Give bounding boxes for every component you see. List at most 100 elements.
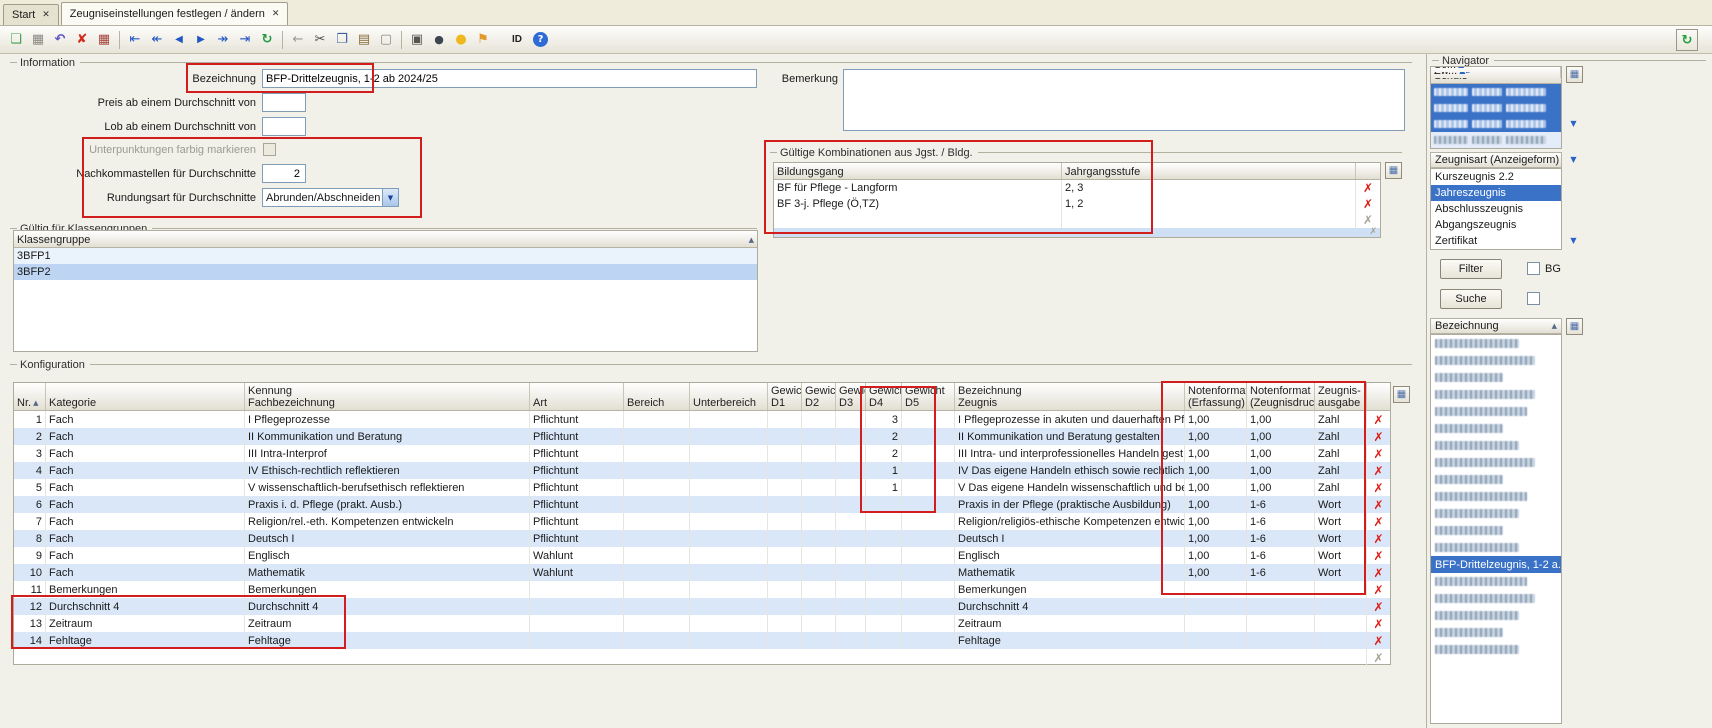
bemerkung-textarea[interactable] bbox=[843, 69, 1405, 131]
lob-durchschnitt-input[interactable] bbox=[262, 117, 306, 136]
hint-icon[interactable]: ● bbox=[450, 29, 472, 51]
col-header-klassengruppe[interactable]: Klassengruppe bbox=[14, 231, 757, 247]
zeugnis-list-item[interactable] bbox=[1431, 471, 1561, 488]
delete-row-button[interactable] bbox=[1367, 615, 1390, 632]
new-record-icon[interactable]: ❏ bbox=[5, 29, 27, 51]
col-header-kategorie[interactable]: Kategorie bbox=[46, 383, 245, 410]
zeugnisart-item[interactable]: Kurszeugnis 2.2 bbox=[1431, 169, 1561, 185]
suche-checkbox[interactable] bbox=[1527, 292, 1540, 305]
delete-row-button[interactable] bbox=[1367, 496, 1390, 513]
navigator-grid-row[interactable] bbox=[1431, 132, 1561, 148]
col-header-bezeichnung-zeugnis[interactable]: Bezeichnung Zeugnis bbox=[955, 383, 1185, 410]
back-icon[interactable]: ← bbox=[287, 29, 309, 51]
delete-row-button[interactable] bbox=[1356, 180, 1380, 196]
delete-row-button[interactable] bbox=[1367, 547, 1390, 564]
tab-start[interactable]: Start bbox=[3, 4, 59, 25]
kombination-new-row[interactable] bbox=[774, 228, 1380, 237]
delete-row-button[interactable] bbox=[1367, 411, 1390, 428]
konfiguration-row[interactable]: 12 Durchschnitt 4 Durchschnitt 4 Durchsc… bbox=[14, 598, 1390, 615]
undo-icon[interactable]: ↶ bbox=[49, 29, 71, 51]
paste-icon[interactable]: ▤ bbox=[353, 29, 375, 51]
next-record-icon[interactable]: ▶ bbox=[190, 29, 212, 51]
col-header-gewicht-d4[interactable]: Gewicht D4 bbox=[866, 383, 902, 410]
zeugnisart-item[interactable]: Jahreszeugnis bbox=[1431, 185, 1561, 201]
delete-row-button[interactable] bbox=[1367, 598, 1390, 615]
col-header-gewicht-d5[interactable]: Gewicht D5 bbox=[902, 383, 955, 410]
col-header-nr[interactable]: Nr. bbox=[14, 383, 46, 410]
column-chooser-button[interactable] bbox=[1566, 318, 1583, 335]
navigator-grid-row[interactable] bbox=[1431, 100, 1561, 116]
klassengruppe-row[interactable]: 3BFP1 bbox=[14, 248, 757, 264]
delete-row-button[interactable] bbox=[1367, 445, 1390, 462]
bg-checkbox[interactable] bbox=[1527, 262, 1540, 275]
delete-row-button[interactable] bbox=[1367, 462, 1390, 479]
zeugnis-list-item[interactable]: BFP-Drittelzeugnis, 1-2 a... bbox=[1431, 556, 1561, 573]
col-header-schule[interactable]: Schule bbox=[1431, 78, 1561, 83]
zeugnis-list-item[interactable] bbox=[1431, 624, 1561, 641]
filter-button[interactable]: Filter bbox=[1440, 259, 1502, 279]
zeugnis-list-item[interactable] bbox=[1431, 607, 1561, 624]
konfiguration-empty-row[interactable] bbox=[14, 649, 1390, 666]
close-icon[interactable] bbox=[272, 9, 280, 19]
delete-row-button[interactable] bbox=[1367, 530, 1390, 547]
cut-icon[interactable]: ✂ bbox=[309, 29, 331, 51]
reload-data-button[interactable]: ↻ bbox=[1676, 29, 1698, 51]
zeugnis-list-item[interactable] bbox=[1431, 488, 1561, 505]
zeugnis-list-item[interactable] bbox=[1431, 505, 1561, 522]
konfiguration-row[interactable]: 11 Bemerkungen Bemerkungen Bemerkungen bbox=[14, 581, 1390, 598]
scroll-down-icon[interactable] bbox=[1566, 152, 1581, 167]
bezeichnung-list-header[interactable]: Bezeichnung bbox=[1430, 318, 1562, 334]
konfiguration-row[interactable]: 8 Fach Deutsch I Pflichtunt Deutsch I 1,… bbox=[14, 530, 1390, 547]
col-header-gewicht-d3[interactable]: Gewicht D3 bbox=[836, 383, 866, 410]
kombination-empty-row[interactable] bbox=[774, 212, 1380, 228]
delete-row-button[interactable] bbox=[1367, 632, 1390, 649]
konfiguration-row[interactable]: 3 Fach III Intra-Interprof Pflichtunt 2 … bbox=[14, 445, 1390, 462]
col-header-notenformat-erfassung[interactable]: Notenformat (Erfassung) bbox=[1185, 383, 1247, 410]
kombination-row[interactable]: BF für Pflege - Langform 2, 3 bbox=[774, 180, 1380, 196]
zeugnis-list-item[interactable] bbox=[1431, 352, 1561, 369]
last-record-icon[interactable]: ⇥ bbox=[234, 29, 256, 51]
col-header-bereich[interactable]: Bereich bbox=[624, 383, 690, 410]
zeugnis-list-item[interactable] bbox=[1431, 539, 1561, 556]
konfiguration-row[interactable]: 6 Fach Praxis i. d. Pflege (prakt. Ausb.… bbox=[14, 496, 1390, 513]
zeugnis-list-item[interactable] bbox=[1431, 420, 1561, 437]
help-icon[interactable]: ? bbox=[533, 32, 548, 47]
navigator-grid-row[interactable] bbox=[1431, 84, 1561, 100]
bezeichnung-input[interactable] bbox=[262, 69, 757, 88]
select-region-icon[interactable]: ▢ bbox=[375, 29, 397, 51]
delete-row-button[interactable] bbox=[1367, 428, 1390, 445]
column-chooser-button[interactable] bbox=[1385, 162, 1402, 179]
rundungsart-select[interactable]: Abrunden/Abschneiden bbox=[262, 188, 399, 207]
col-header-notenformat-zeugnisdruck[interactable]: Notenformat (Zeugnisdruck) bbox=[1247, 383, 1315, 410]
chevron-down-icon[interactable] bbox=[382, 189, 398, 206]
klassengruppe-row[interactable]: 3BFP2 bbox=[14, 264, 757, 280]
zeugnisart-item[interactable]: Abgangszeugnis bbox=[1431, 217, 1561, 233]
zeugnis-list-item[interactable] bbox=[1431, 437, 1561, 454]
konfiguration-row[interactable]: 14 Fehltage Fehltage Fehltage bbox=[14, 632, 1390, 649]
col-header-jahrgangsstufe[interactable]: Jahrgangsstufe bbox=[1062, 163, 1356, 179]
zeugnis-list-item[interactable] bbox=[1431, 386, 1561, 403]
konfiguration-row[interactable]: 4 Fach IV Ethisch-rechtlich reflektieren… bbox=[14, 462, 1390, 479]
fast-backward-icon[interactable]: ↞ bbox=[146, 29, 168, 51]
close-icon[interactable] bbox=[42, 10, 50, 20]
konfiguration-row[interactable]: 1 Fach I Pflegeprozesse Pflichtunt 3 I P… bbox=[14, 411, 1390, 428]
delete-row-button[interactable] bbox=[1367, 564, 1390, 581]
zeugnis-list-item[interactable] bbox=[1431, 522, 1561, 539]
scroll-down-icon[interactable] bbox=[1566, 233, 1581, 248]
col-header-unterbereich[interactable]: Unterbereich bbox=[690, 383, 768, 410]
zeugnis-list-item[interactable] bbox=[1431, 454, 1561, 471]
column-chooser-button[interactable] bbox=[1566, 66, 1583, 83]
delete-icon[interactable]: ✘ bbox=[71, 29, 93, 51]
kombination-row[interactable]: BF 3-j. Pflege (Ö,TZ) 1, 2 bbox=[774, 196, 1380, 212]
copy-icon[interactable]: ❐ bbox=[331, 29, 353, 51]
delete-row-button[interactable] bbox=[1367, 479, 1390, 496]
tab-zeugniseinstellungen[interactable]: Zeugniseinstellungen festlegen / ändern bbox=[61, 2, 289, 25]
column-chooser-button[interactable] bbox=[1393, 386, 1410, 403]
col-header-kennung[interactable]: Kennung Fachbezeichnung bbox=[245, 383, 530, 410]
zeugnis-list-item[interactable] bbox=[1431, 573, 1561, 590]
konfiguration-row[interactable]: 2 Fach II Kommunikation und Beratung Pfl… bbox=[14, 428, 1390, 445]
col-header-art[interactable]: Art bbox=[530, 383, 624, 410]
zeugnisart-item[interactable]: Abschlusszeugnis bbox=[1431, 201, 1561, 217]
konfiguration-row[interactable]: 7 Fach Religion/rel.-eth. Kompetenzen en… bbox=[14, 513, 1390, 530]
konfiguration-row[interactable]: 10 Fach Mathematik Wahlunt Mathematik 1,… bbox=[14, 564, 1390, 581]
